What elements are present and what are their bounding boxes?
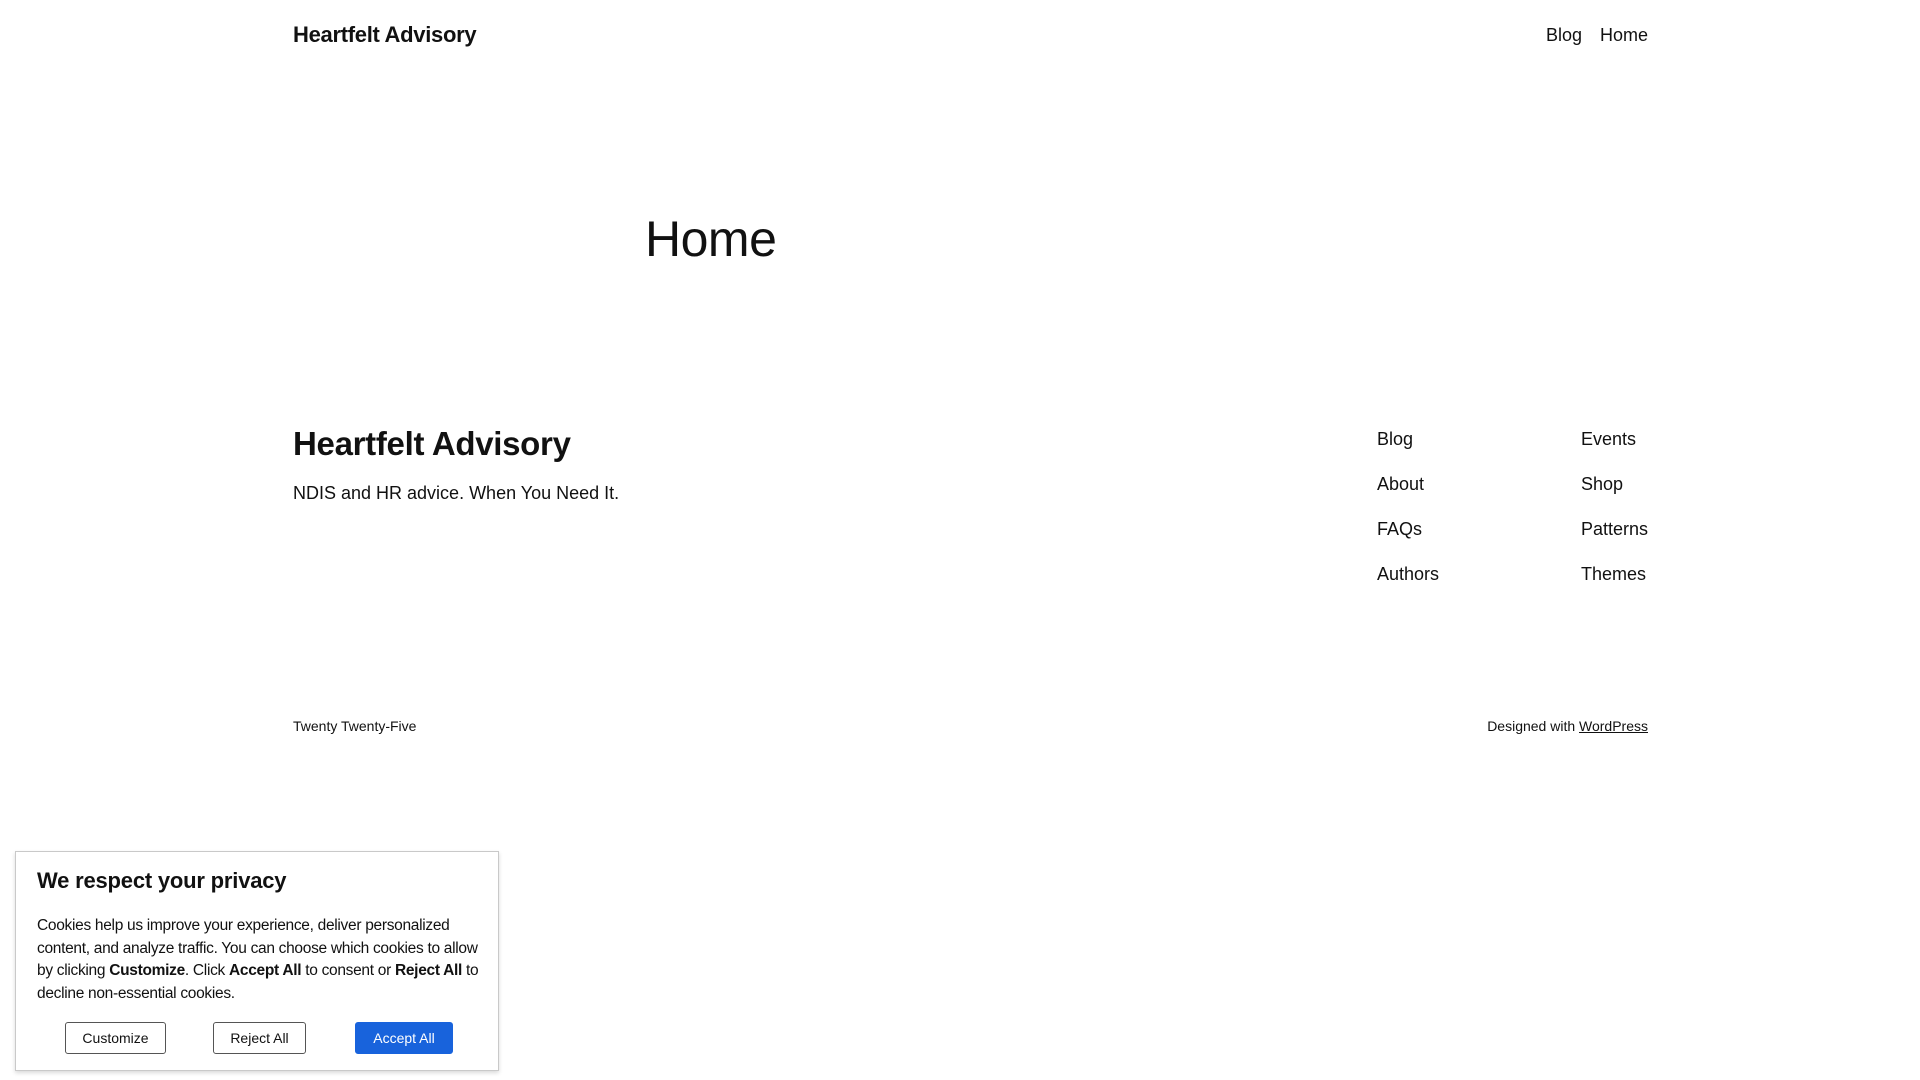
footer-link-patterns[interactable]: Patterns — [1581, 518, 1648, 541]
footer-link-blog[interactable]: Blog — [1377, 428, 1439, 451]
footer-link-events[interactable]: Events — [1581, 428, 1648, 451]
designed-with-text: Designed with — [1487, 718, 1576, 734]
footer-link-themes[interactable]: Themes — [1581, 563, 1648, 586]
footer-link-shop[interactable]: Shop — [1581, 473, 1648, 496]
cookie-text-accept: Accept All — [229, 962, 302, 979]
credits: Designed with WordPress — [1487, 718, 1648, 734]
page-title: Home — [645, 211, 777, 267]
cookie-text-customize: Customize — [109, 962, 185, 979]
footer-link-faqs[interactable]: FAQs — [1377, 518, 1439, 541]
cookie-text-reject: Reject All — [394, 962, 463, 979]
theme-name: Twenty Twenty-Five — [293, 718, 417, 734]
nav-link-blog[interactable]: Blog — [1546, 25, 1582, 46]
cookie-banner-title: We respect your privacy — [37, 868, 287, 893]
footer-nav-column-2: Events Shop Patterns Themes — [1581, 428, 1648, 586]
footer-link-authors[interactable]: Authors — [1377, 563, 1439, 586]
cookie-consent-banner: We respect your privacy Cookies help us … — [15, 851, 499, 1071]
reject-all-button[interactable]: Reject All — [213, 1022, 306, 1054]
footer-brand: Heartfelt Advisory NDIS and HR advice. W… — [293, 425, 619, 504]
site-title-link[interactable]: Heartfelt Advisory — [293, 22, 477, 48]
header-nav: Blog Home — [1546, 25, 1648, 46]
cookie-text-part3: to consent or — [301, 962, 395, 979]
accept-all-button[interactable]: Accept All — [355, 1022, 453, 1054]
wordpress-link[interactable]: WordPress — [1579, 718, 1648, 734]
cookie-banner-description: Cookies help us improve your experience,… — [37, 915, 482, 1005]
footer-link-about[interactable]: About — [1377, 473, 1439, 496]
cookie-button-row: Customize Reject All Accept All — [16, 1022, 498, 1054]
footer-nav-column-1: Blog About FAQs Authors — [1377, 428, 1439, 586]
cookie-text-part2: . Click — [184, 962, 229, 979]
nav-link-home[interactable]: Home — [1600, 25, 1648, 46]
footer-site-title-link[interactable]: Heartfelt Advisory — [293, 425, 619, 463]
customize-button[interactable]: Customize — [65, 1022, 166, 1054]
footer-tagline: NDIS and HR advice. When You Need It. — [293, 483, 620, 503]
site-header: Heartfelt Advisory Blog Home — [293, 20, 1648, 50]
footer-bottom: Twenty Twenty-Five Designed with WordPre… — [293, 718, 1648, 734]
